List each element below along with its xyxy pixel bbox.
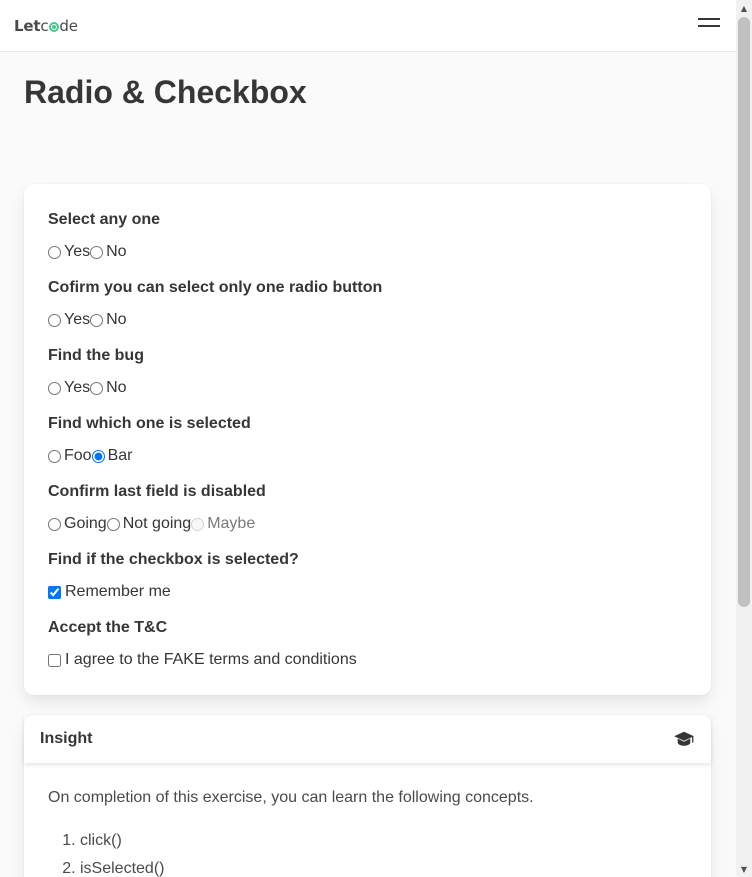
- radio-not-going[interactable]: [106, 517, 120, 531]
- option-label: Yes: [64, 311, 91, 328]
- field-accept-terms: Accept the T&C I agree to the FAKE terms…: [48, 618, 687, 686]
- checkbox-label: Remember me: [65, 583, 171, 600]
- field-select-any-one: Select any one Yes No: [48, 210, 687, 278]
- radio-option-yes[interactable]: Yes: [48, 311, 90, 329]
- radio-option-maybe: Maybe: [191, 515, 255, 533]
- field-checkbox-selected: Find if the checkbox is selected? Rememb…: [48, 550, 687, 618]
- radio-group: Yes No: [48, 242, 687, 262]
- scrollbar[interactable]: ▲ ▼: [736, 0, 752, 877]
- field-find-the-bug: Find the bug Yes No: [48, 346, 687, 414]
- radio-maybe: [191, 517, 205, 531]
- logo[interactable]: Let c de: [14, 17, 78, 35]
- field-label: Select any one: [48, 211, 161, 228]
- radio-group: Foo Bar: [48, 446, 687, 466]
- page: Let c de Radio & Checkbox Select any one Y…: [0, 0, 736, 877]
- option-label: Yes: [64, 243, 91, 260]
- radio-option-no[interactable]: No: [90, 243, 127, 261]
- field-label: Cofirm you can select only one radio but…: [48, 279, 383, 296]
- scroll-down-arrow-icon[interactable]: ▼: [736, 861, 752, 877]
- field-label: Confirm last field is disabled: [48, 483, 266, 500]
- field-label: Find the bug: [48, 347, 144, 364]
- radio-group: Going Not going Maybe: [48, 514, 687, 534]
- radio-going[interactable]: [48, 517, 61, 531]
- field-confirm-one-radio: Cofirm you can select only one radio but…: [48, 278, 687, 346]
- logo-c: c: [40, 16, 49, 35]
- option-label: Yes: [64, 379, 91, 396]
- option-label: Maybe: [207, 515, 256, 532]
- radio-yes[interactable]: [48, 245, 61, 259]
- checkbox-group: I agree to the FAKE terms and conditions: [48, 650, 687, 670]
- field-last-disabled: Confirm last field is disabled Going Not…: [48, 482, 687, 550]
- viewport: Let c de Radio & Checkbox Select any one Y…: [0, 0, 752, 877]
- list-item: isSelected(): [80, 855, 687, 877]
- radio-no[interactable]: [90, 313, 104, 327]
- insight-card: Insight On completion of this exercise, …: [24, 715, 711, 877]
- insight-header: Insight: [24, 715, 711, 763]
- checkbox-remember-me[interactable]: Remember me: [48, 583, 171, 601]
- option-label: No: [106, 379, 127, 396]
- field-label: Find which one is selected: [48, 415, 251, 432]
- form-card: Select any one Yes No Cofirm you can sel…: [24, 184, 711, 695]
- navbar: Let c de: [0, 0, 736, 52]
- logo-o-icon: [48, 21, 59, 32]
- logo-let: Let: [14, 16, 41, 35]
- radio-no[interactable]: [90, 381, 104, 395]
- radio-yes[interactable]: [48, 313, 61, 327]
- graduation-cap-icon[interactable]: [673, 730, 695, 748]
- option-label: No: [106, 311, 127, 328]
- checkbox-terms[interactable]: I agree to the FAKE terms and conditions: [48, 651, 357, 669]
- insight-title: Insight: [40, 730, 93, 747]
- radio-option-not-going[interactable]: Not going: [106, 515, 192, 533]
- terms-checkbox[interactable]: [48, 653, 61, 667]
- insight-intro: On completion of this exercise, you can …: [48, 789, 534, 806]
- field-label: Accept the T&C: [48, 619, 168, 636]
- radio-option-foo[interactable]: Foo: [48, 447, 92, 465]
- radio-yes[interactable]: [48, 381, 61, 395]
- list-item: click(): [80, 827, 687, 855]
- hamburger-menu-icon[interactable]: [698, 16, 720, 30]
- radio-option-bar[interactable]: Bar: [91, 447, 133, 465]
- option-label: Going: [64, 515, 107, 532]
- radio-bar[interactable]: [91, 449, 105, 463]
- field-find-selected: Find which one is selected Foo Bar: [48, 414, 687, 482]
- page-title: Radio & Checkbox: [24, 74, 307, 110]
- field-label: Find if the checkbox is selected?: [48, 551, 299, 568]
- radio-group: Yes No: [48, 378, 687, 398]
- radio-option-yes[interactable]: Yes: [48, 243, 90, 261]
- scroll-up-arrow-icon[interactable]: ▲: [736, 0, 752, 16]
- option-label: Not going: [122, 515, 192, 532]
- radio-option-no[interactable]: No: [90, 311, 127, 329]
- scroll-thumb[interactable]: [738, 17, 750, 607]
- option-label: Foo: [64, 447, 92, 464]
- radio-foo[interactable]: [48, 449, 61, 463]
- checkbox-label: I agree to the FAKE terms and conditions: [65, 651, 357, 668]
- radio-option-going[interactable]: Going: [48, 515, 107, 533]
- option-label: No: [106, 243, 127, 260]
- option-label: Bar: [107, 447, 133, 464]
- radio-option-yes[interactable]: Yes: [48, 379, 90, 397]
- logo-de: de: [59, 16, 78, 35]
- radio-group: Yes No: [48, 310, 687, 330]
- concept-list: click() isSelected(): [80, 827, 687, 877]
- radio-no[interactable]: [90, 245, 104, 259]
- radio-option-no[interactable]: No: [90, 379, 127, 397]
- insight-body: On completion of this exercise, you can …: [24, 763, 711, 877]
- checkbox-group: Remember me: [48, 582, 687, 602]
- remember-me-checkbox[interactable]: [48, 585, 61, 599]
